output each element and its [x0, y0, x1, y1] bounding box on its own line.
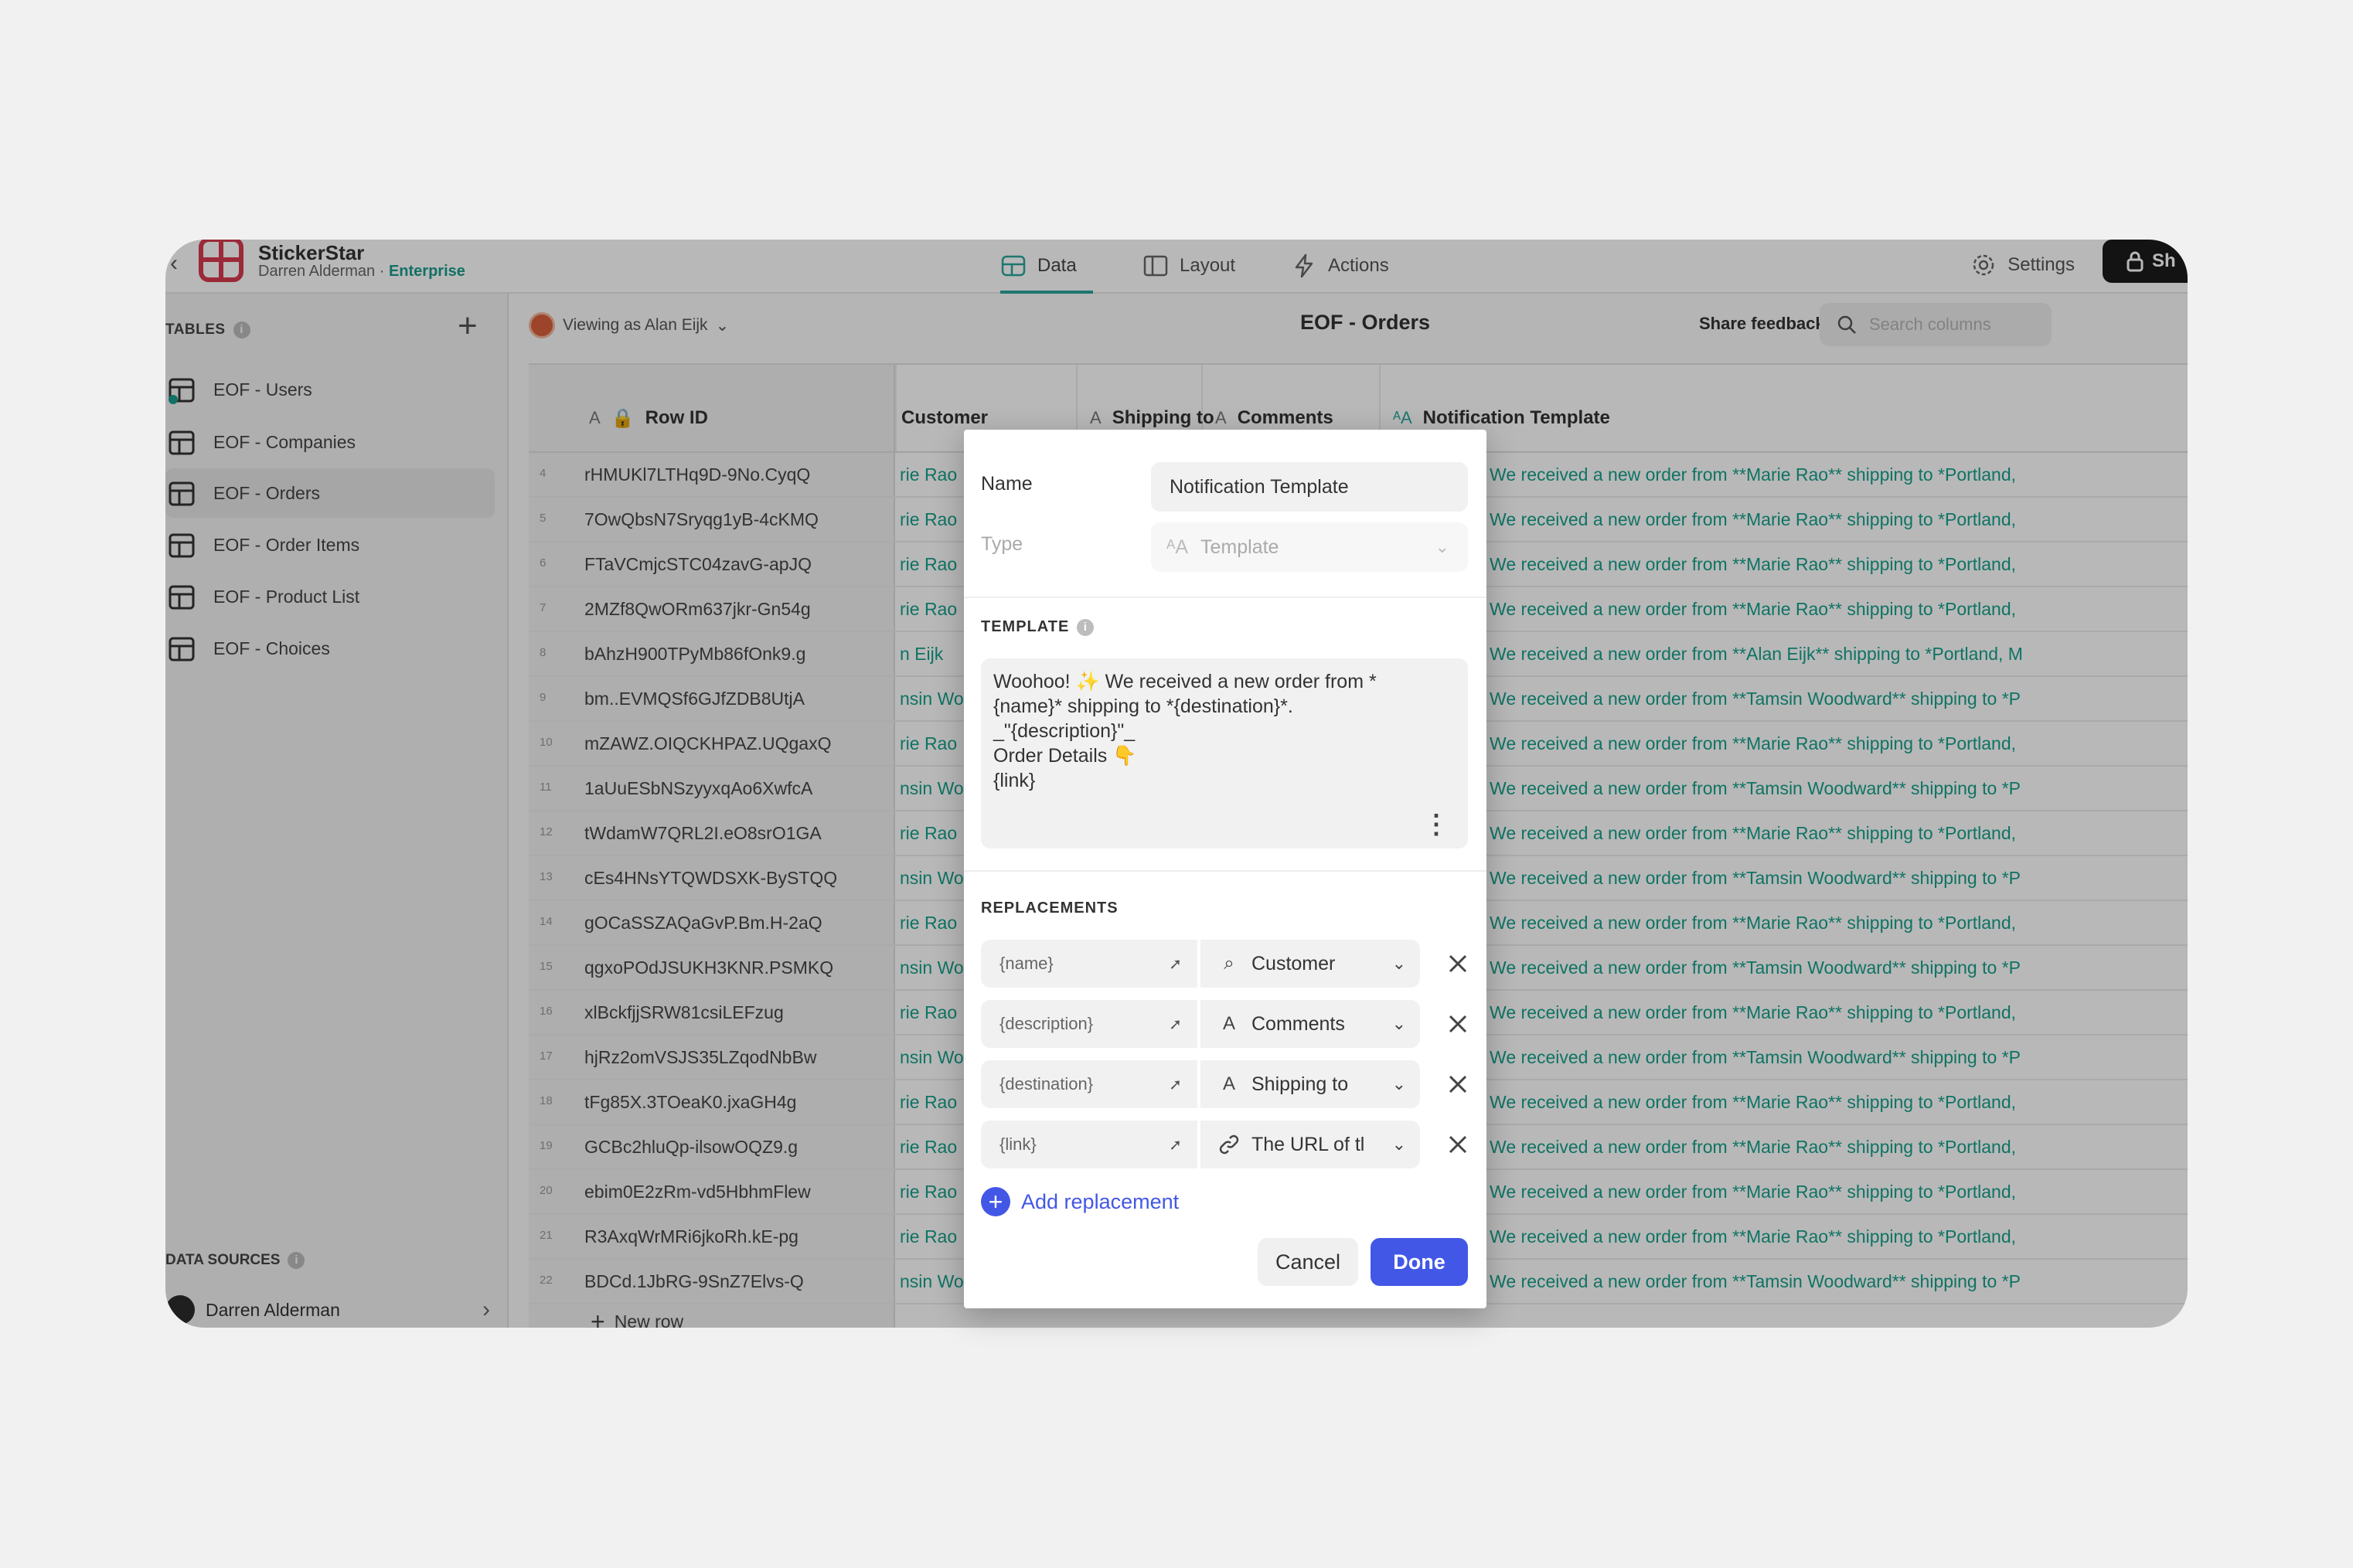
plus-circle-icon: +	[981, 1187, 1010, 1216]
replacement-key: {destination}	[999, 1074, 1094, 1094]
add-replacement-label: Add replacement	[1021, 1189, 1180, 1213]
type-label: Type	[981, 533, 1023, 555]
arrow-icon: ➚	[1169, 1136, 1182, 1154]
template-line: Woohoo! ✨ We received a new order from *	[993, 671, 1377, 692]
type-value: Template	[1200, 536, 1279, 558]
replacement-value-select[interactable]: The URL of tl ⌄	[1200, 1121, 1420, 1168]
replacement-value: Customer	[1251, 952, 1336, 974]
replacement-row: {link} ➚ The URL of tl ⌄	[981, 1121, 1473, 1168]
replacement-value: Shipping to	[1251, 1073, 1349, 1095]
replacement-value: Comments	[1251, 1012, 1345, 1035]
replacement-row: {destination} ➚ A Shipping to ⌄	[981, 1060, 1473, 1108]
replacement-value-select[interactable]: A Shipping to ⌄	[1200, 1060, 1420, 1108]
info-icon[interactable]: i	[1077, 618, 1095, 636]
more-options-icon[interactable]: ⋮	[1423, 811, 1449, 838]
arrow-icon: ➚	[1169, 1076, 1182, 1094]
text-icon: A	[1222, 1013, 1235, 1034]
template-type-icon: ᴬA	[1166, 536, 1189, 558]
cancel-button[interactable]: Cancel	[1258, 1238, 1358, 1286]
name-label: Name	[981, 473, 1033, 495]
link-icon	[1219, 1134, 1239, 1155]
template-line: _"{description}"_	[993, 720, 1136, 742]
template-line: Order Details 👇	[993, 745, 1137, 767]
chevron-down-icon: ⌄	[1391, 1014, 1406, 1033]
arrow-icon: ➚	[1169, 1015, 1182, 1033]
close-icon[interactable]	[1443, 1130, 1473, 1159]
divider	[964, 870, 1486, 872]
template-heading-label: TEMPLATE	[981, 618, 1070, 635]
close-icon[interactable]	[1443, 949, 1473, 978]
replacement-value-select[interactable]: A Comments ⌄	[1200, 1000, 1420, 1048]
chevron-down-icon: ⌄	[1435, 537, 1449, 556]
add-replacement-button[interactable]: + Add replacement	[981, 1187, 1179, 1216]
replacement-key: {link}	[999, 1134, 1037, 1154]
replacements-heading-label: REPLACEMENTS	[981, 900, 1119, 917]
replacements-heading: REPLACEMENTS	[981, 900, 1119, 917]
arrow-icon: ➚	[1169, 955, 1182, 973]
close-icon[interactable]	[1443, 1070, 1473, 1099]
chevron-down-icon: ⌄	[1391, 954, 1406, 973]
replacement-key-input[interactable]: {destination} ➚	[981, 1060, 1197, 1108]
template-line: {name}* shipping to *{destination}*.	[993, 696, 1293, 717]
chevron-down-icon: ⌄	[1391, 1074, 1406, 1094]
text-icon: A	[1222, 1073, 1235, 1094]
replacement-key: {name}	[999, 954, 1054, 973]
replacement-row: {description} ➚ A Comments ⌄	[981, 1000, 1473, 1048]
template-editor[interactable]: Woohoo! ✨ We received a new order from *…	[981, 658, 1468, 849]
template-line: {link}	[993, 770, 1036, 791]
replacement-key-input[interactable]: {description} ➚	[981, 1000, 1197, 1048]
name-input[interactable]: Notification Template	[1151, 462, 1468, 512]
divider	[964, 597, 1486, 598]
replacement-value: The URL of tl	[1251, 1133, 1365, 1155]
replacement-key-input[interactable]: {name} ➚	[981, 940, 1197, 988]
replacement-value-select[interactable]: ⌕ Customer ⌄	[1200, 940, 1420, 988]
column-editor-dialog: Name Notification Template Type ᴬA Templ…	[964, 430, 1486, 1308]
done-button[interactable]: Done	[1371, 1238, 1468, 1286]
replacement-row: {name} ➚ ⌕ Customer ⌄	[981, 940, 1473, 988]
chevron-down-icon: ⌄	[1391, 1134, 1406, 1154]
replacement-key: {description}	[999, 1014, 1094, 1033]
close-icon[interactable]	[1443, 1009, 1473, 1039]
replacement-key-input[interactable]: {link} ➚	[981, 1121, 1197, 1168]
lookup-icon: ⌕	[1224, 953, 1234, 974]
template-heading: TEMPLATE i	[981, 618, 1095, 636]
type-select[interactable]: ᴬA Template ⌄	[1151, 522, 1468, 572]
